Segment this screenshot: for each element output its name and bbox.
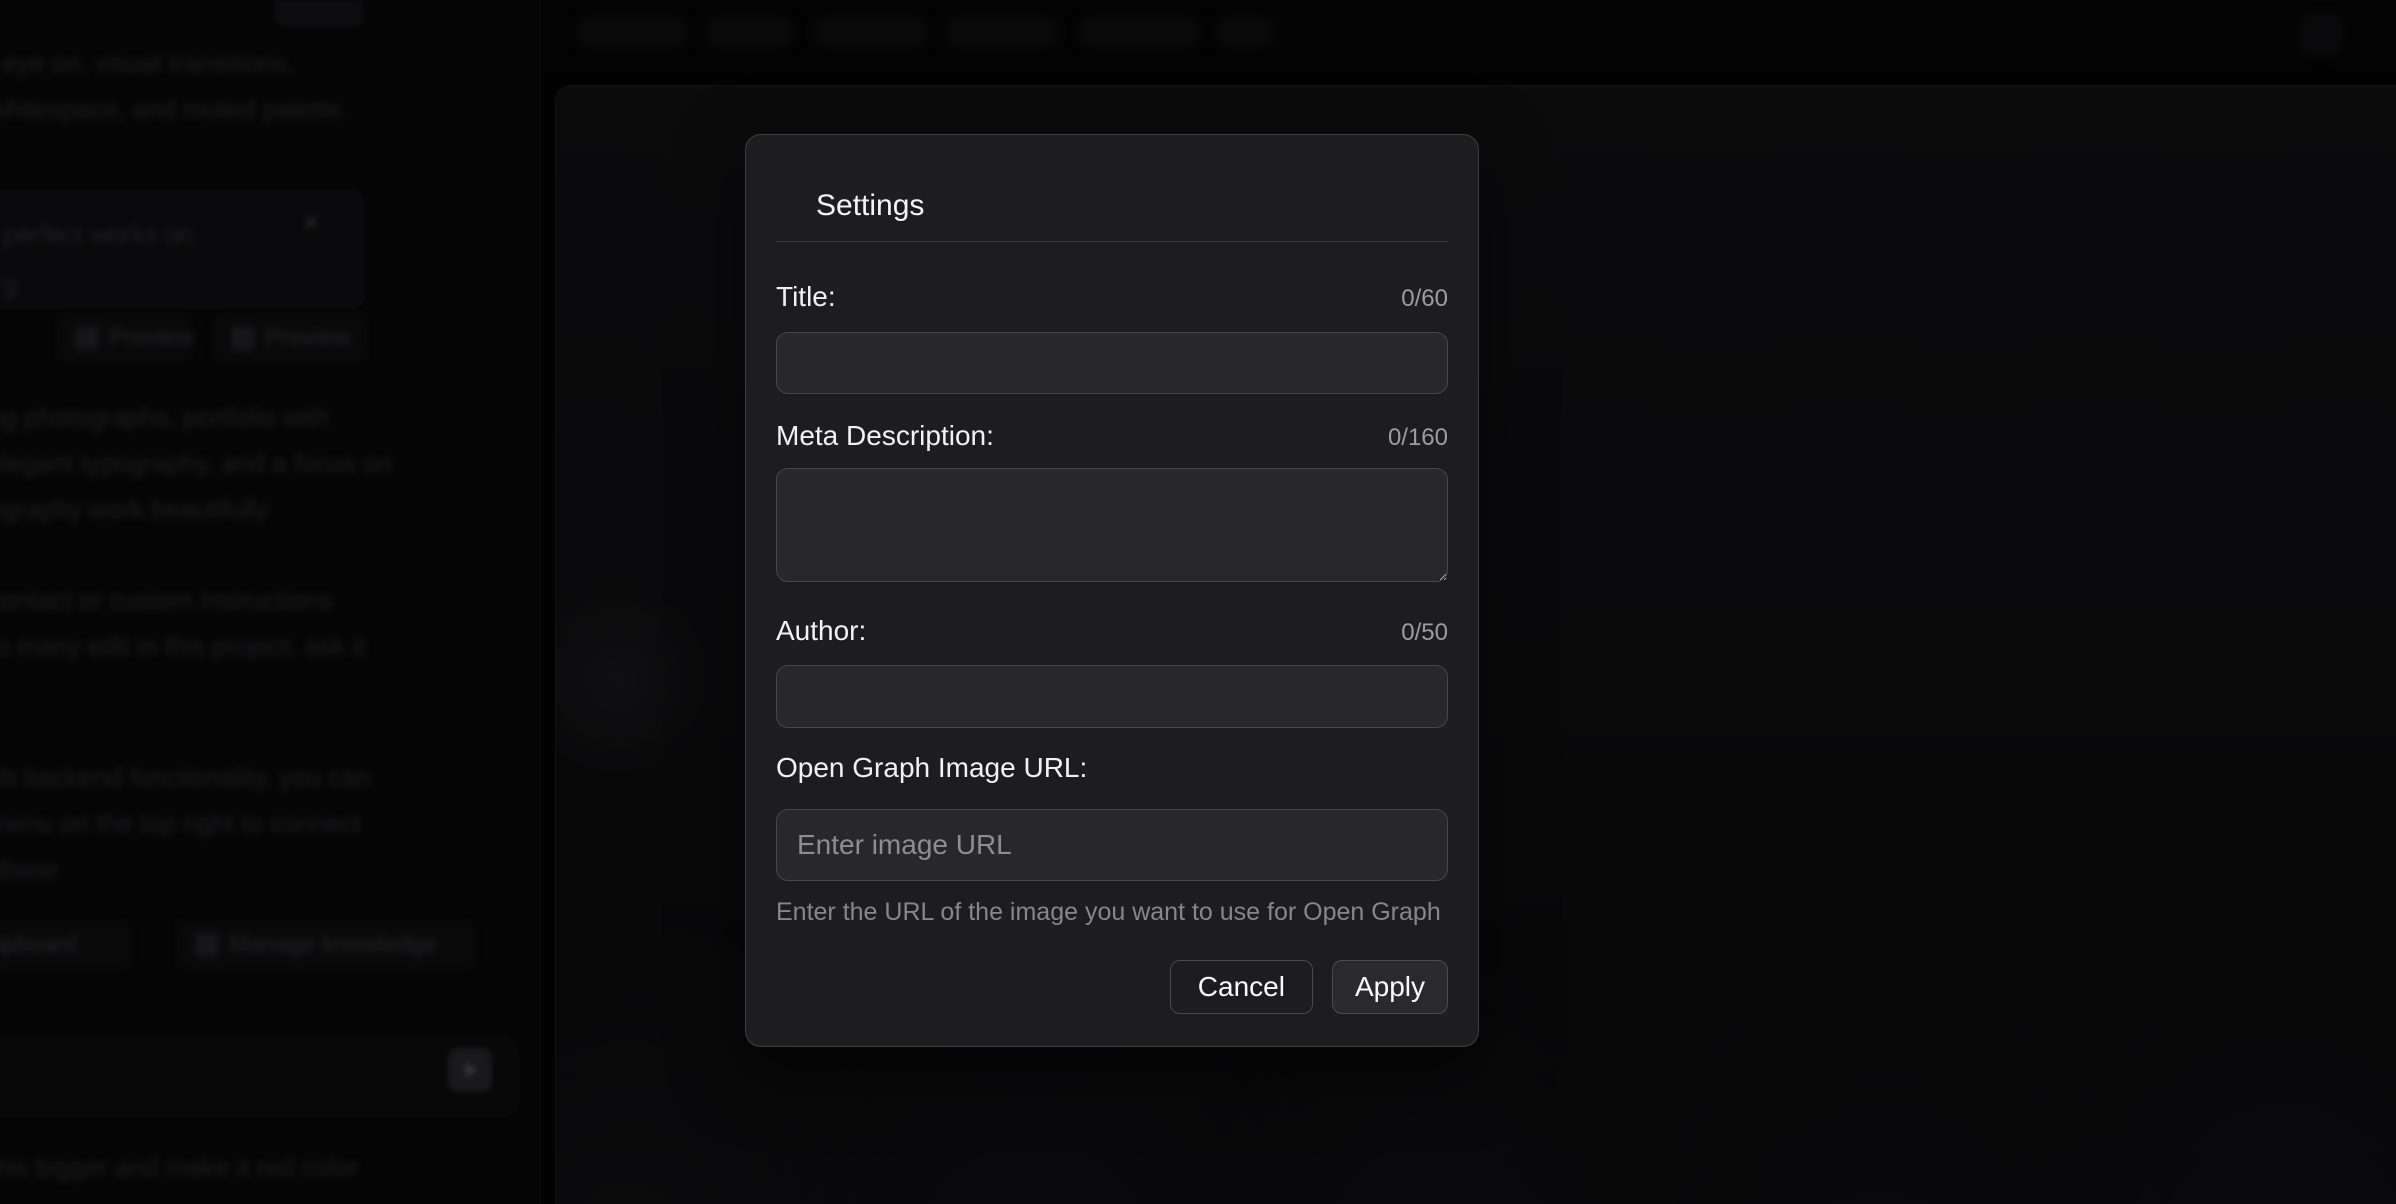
title-counter: 0/60 — [1401, 285, 1448, 313]
meta-description-label: Meta Description: — [776, 419, 994, 453]
author-label: Author: — [776, 614, 866, 648]
cancel-button[interactable]: Cancel — [1170, 960, 1313, 1014]
modal-title: Settings — [816, 188, 1448, 224]
title-input[interactable] — [776, 332, 1448, 394]
title-field-row: Title: 0/60 — [776, 280, 1448, 314]
og-image-field-row: Open Graph Image URL: — [776, 751, 1448, 785]
modal-button-row: Cancel Apply — [776, 960, 1448, 1014]
author-input[interactable] — [776, 665, 1448, 728]
og-image-label: Open Graph Image URL: — [776, 751, 1087, 785]
og-image-helper-text: Enter the URL of the image you want to u… — [776, 898, 1448, 926]
author-field-row: Author: 0/50 — [776, 614, 1448, 648]
meta-description-field-row: Meta Description: 0/160 — [776, 419, 1448, 453]
author-counter: 0/50 — [1401, 619, 1448, 647]
meta-description-textarea[interactable] — [776, 468, 1448, 582]
og-image-url-input[interactable] — [776, 809, 1448, 881]
meta-description-counter: 0/160 — [1388, 424, 1448, 452]
title-label: Title: — [776, 280, 836, 314]
modal-header: Settings — [776, 135, 1448, 242]
apply-button[interactable]: Apply — [1332, 960, 1448, 1014]
settings-modal: Settings Title: 0/60 Meta Description: 0… — [745, 134, 1479, 1047]
